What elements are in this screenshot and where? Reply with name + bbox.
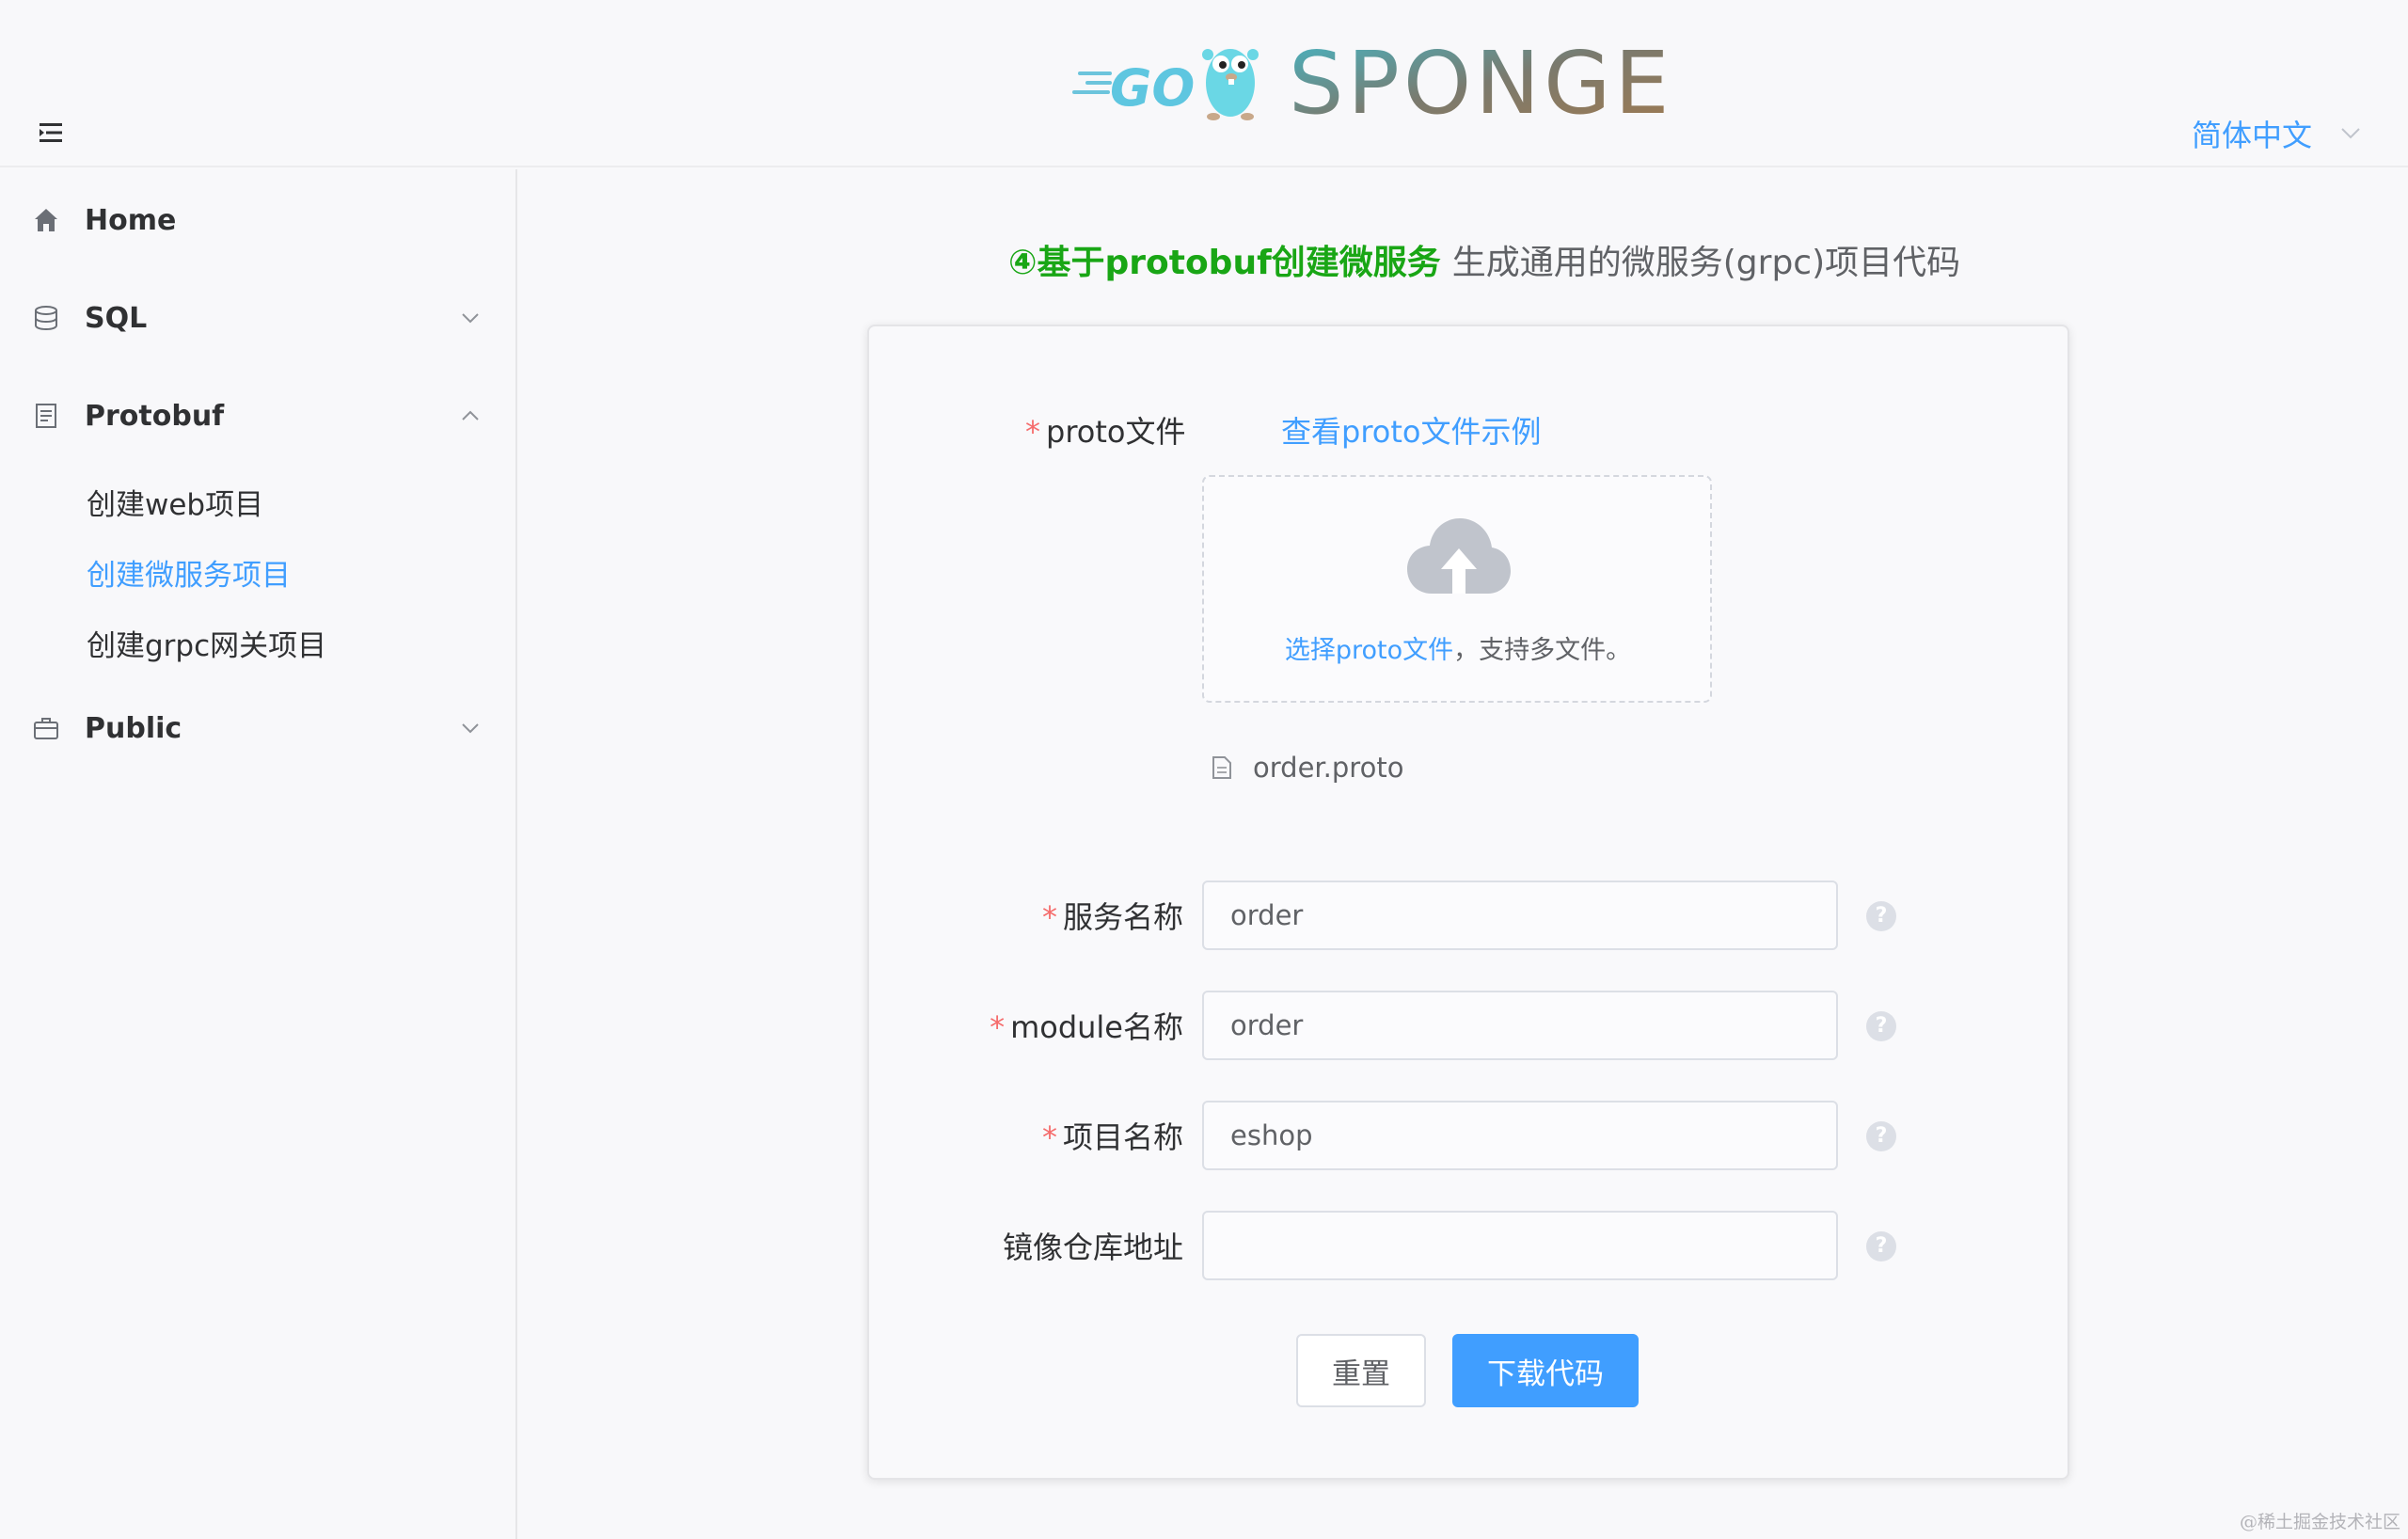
database-icon <box>35 306 57 331</box>
project-name-input[interactable] <box>1202 1101 1838 1170</box>
sidebar-subitem-create-web[interactable]: 创建web项目 <box>0 468 515 534</box>
chevron-up-icon <box>462 410 479 420</box>
sidebar-item-label: Public <box>85 711 182 745</box>
service-name-help-icon[interactable]: ? <box>1866 901 1896 931</box>
image-repo-input[interactable] <box>1202 1211 1838 1280</box>
file-icon <box>1212 756 1231 779</box>
uploaded-file-item[interactable]: order.proto <box>1212 749 1403 786</box>
image-repo-help-icon[interactable]: ? <box>1866 1231 1896 1261</box>
chevron-down-icon <box>2341 128 2360 139</box>
sidebar-item-label: Home <box>85 203 177 237</box>
page-title: ④基于protobuf创建微服务 生成通用的微服务(grpc)项目代码 <box>1008 233 1960 286</box>
module-name-help-icon[interactable]: ? <box>1866 1011 1896 1041</box>
sidebar-item-home[interactable]: Home <box>0 182 515 258</box>
cloud-upload-icon <box>1407 518 1511 594</box>
module-name-label: * module名称 <box>990 1009 1183 1045</box>
sidebar-subitem-create-grpc-gateway[interactable]: 创建grpc网关项目 <box>0 610 515 675</box>
reset-button[interactable]: 重置 <box>1296 1334 1426 1407</box>
service-name-input[interactable] <box>1202 881 1838 950</box>
briefcase-icon <box>34 718 58 739</box>
sidebar-item-sql[interactable]: SQL <box>0 280 515 356</box>
chevron-down-icon <box>462 723 479 734</box>
logo-go-text: GO <box>1110 58 1195 118</box>
required-mark: * <box>1041 1119 1057 1155</box>
project-name-help-icon[interactable]: ? <box>1866 1121 1896 1151</box>
sponge-logo: GO SPONGE <box>1072 33 1693 134</box>
page-title-highlight: ④基于protobuf创建微服务 <box>1008 244 1441 282</box>
proto-file-label: * proto文件 <box>1025 414 1186 450</box>
chevron-down-icon <box>462 313 479 324</box>
home-icon <box>35 209 57 231</box>
sidebar-item-label: Protobuf <box>85 399 225 433</box>
upload-hint: 选择proto文件，支持多文件。 <box>1284 636 1632 665</box>
required-mark: * <box>1041 899 1057 935</box>
sidebar-subitem-label: 创建web项目 <box>87 487 264 522</box>
language-label: 简体中文 <box>2191 118 2312 153</box>
required-mark: * <box>990 1009 1006 1045</box>
uploaded-file-name: order.proto <box>1253 752 1404 784</box>
document-icon <box>36 404 56 428</box>
sidebar-subitem-create-microservice[interactable]: 创建微服务项目 <box>0 539 515 605</box>
view-proto-example-link[interactable]: 查看proto文件示例 <box>1281 408 1541 452</box>
sidebar-item-public[interactable]: Public <box>0 690 515 766</box>
watermark: @稀土掘金技术社区 <box>2239 1512 2400 1532</box>
service-name-label: * 服务名称 <box>1041 899 1183 935</box>
download-code-button[interactable]: 下载代码 <box>1452 1334 1639 1407</box>
gopher-mascot <box>1202 49 1259 120</box>
top-header: GO SPONGE 简体中文 <box>0 0 2408 167</box>
sidebar: Home SQL Protobuf 创建web项目 创建微服务项目 创建grpc… <box>0 169 517 1539</box>
menu-fold-icon[interactable] <box>38 120 64 145</box>
sidebar-item-label: SQL <box>85 301 148 335</box>
image-repo-label: 镜像仓库地址 <box>1002 1230 1183 1265</box>
required-mark: * <box>1025 414 1040 450</box>
page-title-description: 生成通用的微服务(grpc)项目代码 <box>1451 244 1961 282</box>
select-proto-file-link[interactable]: 选择proto文件 <box>1285 636 1453 665</box>
logo-sponge-text: SPONGE <box>1289 34 1673 128</box>
proto-upload-dropzone[interactable]: 选择proto文件，支持多文件。 <box>1202 475 1712 703</box>
module-name-input[interactable] <box>1202 991 1838 1060</box>
sidebar-item-protobuf[interactable]: Protobuf <box>0 378 515 453</box>
sidebar-subitem-label: 创建grpc网关项目 <box>87 628 327 663</box>
project-name-label: * 项目名称 <box>1041 1119 1183 1155</box>
language-selector[interactable]: 简体中文 <box>2192 111 2361 156</box>
sidebar-subitem-label: 创建微服务项目 <box>87 558 291 593</box>
